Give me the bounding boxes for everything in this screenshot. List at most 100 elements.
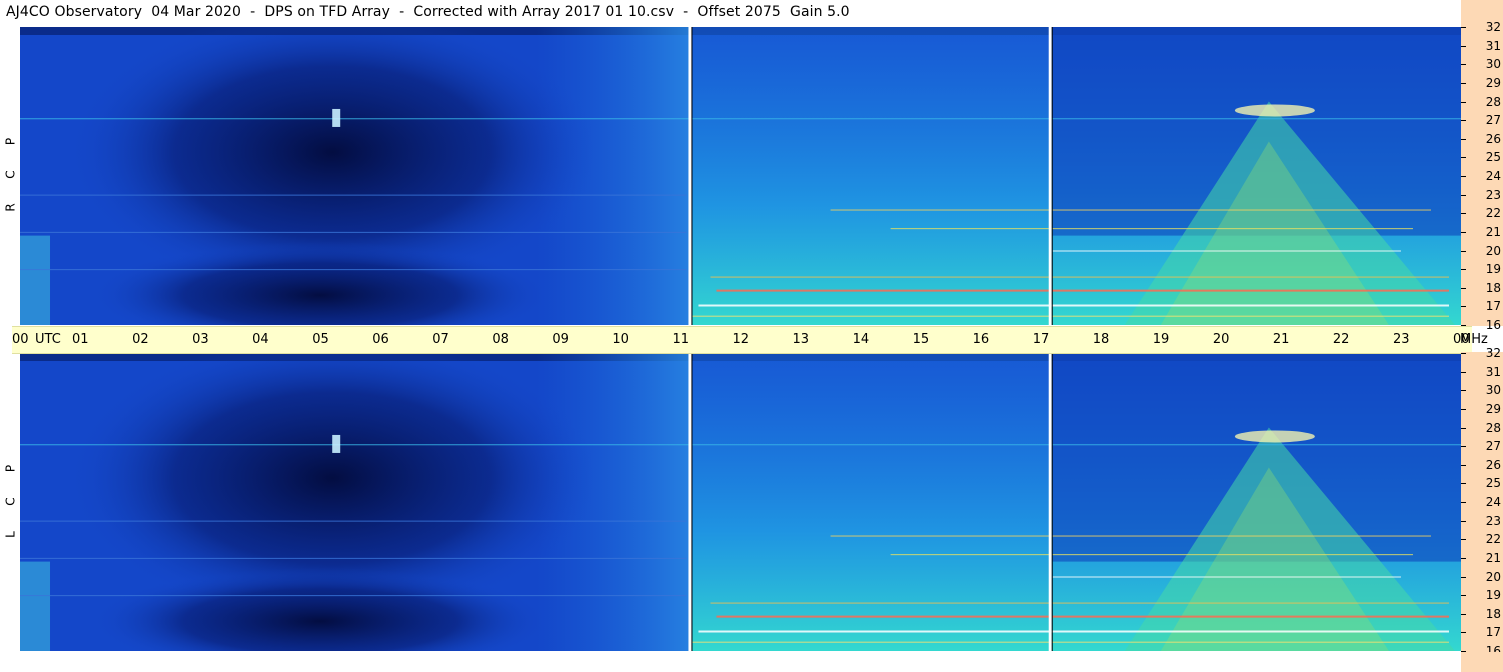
rfi-line bbox=[20, 557, 687, 559]
mhz-tick-label: 26 bbox=[1485, 457, 1501, 472]
mhz-tick bbox=[1461, 576, 1466, 578]
rfi-line bbox=[20, 269, 687, 271]
time-tick-label: 06 bbox=[372, 332, 389, 347]
time-tick-label: 00 bbox=[12, 332, 29, 347]
rfi-line bbox=[20, 520, 687, 522]
time-tick-label: 04 bbox=[252, 332, 269, 347]
mhz-tick-label: 25 bbox=[1485, 476, 1501, 491]
mhz-tick-label: 19 bbox=[1485, 588, 1501, 603]
mhz-tick-label: 20 bbox=[1485, 243, 1501, 258]
time-tick-label: 13 bbox=[792, 332, 810, 347]
mhz-tick bbox=[1461, 595, 1466, 597]
data-gap-line bbox=[688, 353, 692, 651]
mhz-tick bbox=[1461, 371, 1466, 373]
mhz-tick bbox=[1461, 45, 1466, 47]
rfi-line bbox=[20, 231, 687, 233]
rfi-line bbox=[20, 595, 687, 597]
mhz-tick-label: 17 bbox=[1485, 299, 1501, 314]
time-tick-label: 20 bbox=[1212, 332, 1230, 347]
rfi-line bbox=[1052, 576, 1401, 578]
mhz-tick bbox=[1461, 539, 1466, 541]
spectrogram-svg bbox=[20, 27, 1461, 325]
time-tick-label: MHz bbox=[1460, 332, 1488, 347]
mhz-tick bbox=[1461, 64, 1466, 66]
lcp-spectrogram bbox=[20, 353, 1461, 651]
time-tick-label: 16 bbox=[972, 332, 990, 347]
mhz-tick bbox=[1461, 446, 1466, 448]
mhz-tick-label: 24 bbox=[1485, 495, 1501, 509]
mhz-tick-label: 18 bbox=[1485, 606, 1501, 621]
mhz-tick bbox=[1461, 101, 1466, 103]
mhz-tick-label: 23 bbox=[1485, 513, 1501, 528]
mhz-tick-label: 31 bbox=[1485, 364, 1501, 379]
mhz-tick bbox=[1461, 82, 1466, 84]
time-tick-label: 14 bbox=[852, 332, 870, 347]
mhz-tick-label: 18 bbox=[1485, 280, 1501, 295]
mhz-tick-label: 28 bbox=[1485, 420, 1501, 435]
mhz-tick bbox=[1461, 632, 1466, 634]
burst-0515 bbox=[332, 108, 341, 127]
mhz-tick-label: 30 bbox=[1485, 383, 1501, 398]
source-burst bbox=[1234, 430, 1315, 443]
mhz-tick bbox=[1461, 157, 1466, 159]
time-tick-label: 11 bbox=[672, 332, 689, 347]
time-tick-label: UTC bbox=[35, 332, 61, 347]
mhz-tick bbox=[1461, 306, 1466, 308]
mhz-tick-label: 30 bbox=[1485, 57, 1501, 72]
rfi-line bbox=[20, 118, 1461, 120]
mhz-tick-label: 27 bbox=[1485, 113, 1501, 128]
rfi-line bbox=[1052, 250, 1401, 252]
rcp-spectrogram bbox=[20, 27, 1461, 325]
time-tick-label: 03 bbox=[192, 332, 209, 347]
rfi-line bbox=[698, 630, 1449, 633]
mhz-tick bbox=[1461, 194, 1466, 196]
mhz-tick-label: 24 bbox=[1485, 169, 1501, 183]
mhz-tick-label: 23 bbox=[1485, 187, 1501, 202]
data-gap-line bbox=[1048, 27, 1052, 325]
mhz-tick bbox=[1461, 408, 1466, 410]
time-tick-label: 05 bbox=[312, 332, 329, 347]
data-gap-shadow bbox=[691, 27, 693, 325]
rfi-line bbox=[716, 289, 1449, 292]
mhz-tick bbox=[1461, 138, 1466, 140]
mhz-tick-label: 32 bbox=[1485, 346, 1501, 360]
spectrogram-svg bbox=[20, 353, 1461, 651]
time-tick-label: 08 bbox=[492, 332, 509, 347]
time-tick-label: 07 bbox=[432, 332, 449, 347]
rfi-line bbox=[692, 315, 1449, 317]
rfi-line bbox=[710, 276, 1449, 278]
mhz-tick-label: 22 bbox=[1485, 532, 1501, 547]
mhz-tick-label: 17 bbox=[1485, 625, 1501, 640]
mhz-tick bbox=[1461, 390, 1466, 392]
data-gap-shadow bbox=[1051, 353, 1053, 651]
source-burst bbox=[1234, 104, 1315, 117]
time-tick-label: 02 bbox=[132, 332, 149, 347]
mhz-tick bbox=[1461, 483, 1466, 485]
mhz-tick bbox=[1461, 464, 1466, 466]
time-tick-label: 21 bbox=[1272, 332, 1290, 347]
data-gap-line bbox=[688, 27, 692, 325]
mhz-tick-label: 21 bbox=[1485, 224, 1501, 239]
mhz-column-bottom bbox=[1461, 652, 1503, 672]
mhz-tick bbox=[1461, 27, 1466, 28]
mhz-tick-label: 21 bbox=[1485, 550, 1501, 565]
mhz-tick bbox=[1461, 120, 1466, 122]
mhz-axis-lcp: 32 31 30 29 28 27 26 25 24 23 22 21 20 19 18 17 16 bbox=[1461, 346, 1503, 658]
rfi-line bbox=[692, 641, 1449, 643]
time-tick-label: 12 bbox=[732, 332, 750, 347]
time-tick-label: 01 bbox=[72, 332, 89, 347]
rfi-line bbox=[716, 615, 1449, 618]
rfi-line bbox=[20, 194, 687, 196]
mhz-tick bbox=[1461, 427, 1466, 429]
burst-0515 bbox=[332, 434, 341, 453]
rfi-line bbox=[20, 444, 1461, 446]
rfi-line bbox=[830, 209, 1431, 211]
time-tick-label: 18 bbox=[1092, 332, 1110, 347]
time-tick-label: 15 bbox=[912, 332, 930, 347]
rfi-line bbox=[830, 535, 1431, 537]
early-edge bbox=[20, 235, 51, 325]
rfi-line bbox=[710, 602, 1449, 604]
rfi-line bbox=[890, 554, 1413, 556]
mhz-tick-label: 31 bbox=[1485, 38, 1501, 53]
time-tick-label: 10 bbox=[612, 332, 629, 347]
